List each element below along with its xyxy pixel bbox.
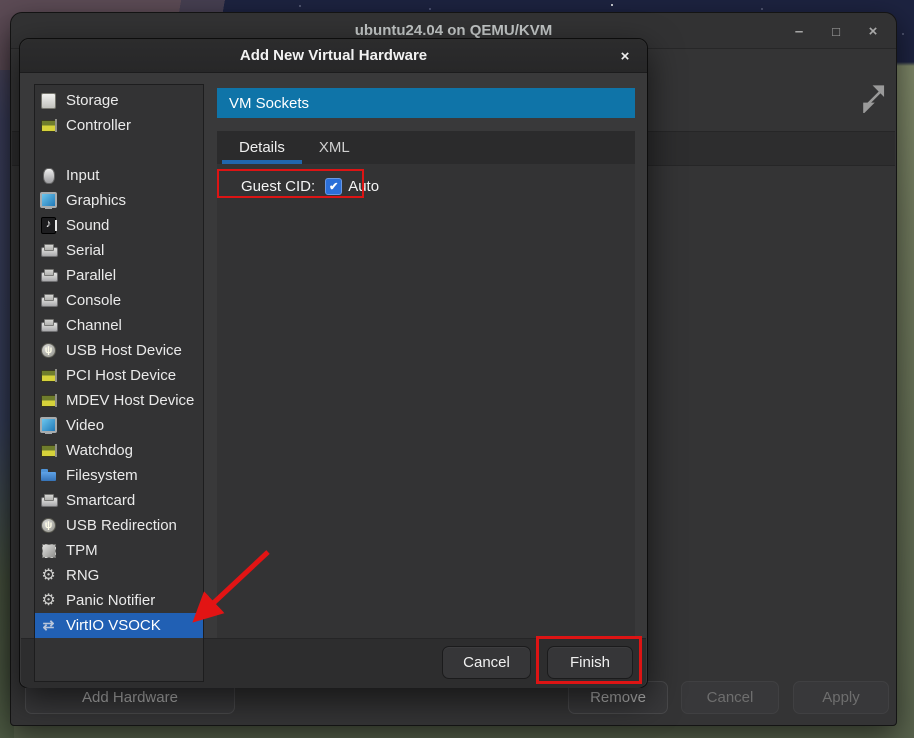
sidebar-item-sound[interactable]: Sound [35,213,203,238]
serial-port-icon [40,242,57,259]
pci-card-icon [40,442,57,459]
apply-button[interactable]: Apply [793,681,889,714]
usb-icon [40,517,57,534]
monitor-icon [40,192,57,209]
guest-cid-label: Guest CID: [241,178,315,195]
disk-icon [40,92,57,109]
sidebar-item-label: Console [66,292,121,309]
sidebar-spacer [35,138,203,163]
vm-window-title: ubuntu24.04 on QEMU/KVM [355,22,553,39]
maximize-icon[interactable]: □ [827,19,845,43]
panel-tabbar: DetailsXML [217,131,635,164]
panel-header-label: VM Sockets [229,95,309,112]
serial-port-icon [40,317,57,334]
sidebar-item-label: Panic Notifier [66,592,155,609]
sidebar-item-label: Watchdog [66,442,133,459]
pci-card-icon [40,392,57,409]
tab-details[interactable]: Details [222,131,302,164]
sidebar-item-label: Channel [66,317,122,334]
dialog-title: Add New Virtual Hardware [240,47,427,64]
panel-content: Guest CID: Auto [217,164,635,638]
usb-icon [40,342,57,359]
gear-icon [40,592,57,609]
sidebar-item-label: MDEV Host Device [66,392,194,409]
serial-port-icon [40,492,57,509]
finish-button[interactable]: Finish [547,646,633,679]
pci-card-icon [40,367,57,384]
dialog-titlebar[interactable]: Add New Virtual Hardware × [20,39,647,73]
serial-port-icon [40,267,57,284]
monitor-icon [40,417,57,434]
sidebar-item-rng[interactable]: RNG [35,563,203,588]
sidebar-item-label: Sound [66,217,109,234]
sidebar-item-label: PCI Host Device [66,367,176,384]
sidebar-item-video[interactable]: Video [35,413,203,438]
gear-icon [40,567,57,584]
sidebar-item-smartcard[interactable]: Smartcard [35,488,203,513]
sidebar-item-tpm[interactable]: TPM [35,538,203,563]
sync-arrows-icon [40,617,57,634]
sidebar-item-label: Graphics [66,192,126,209]
fullscreen-expand-icon[interactable] [859,83,889,113]
sidebar-item-label: USB Host Device [66,342,182,359]
sidebar-item-label: Storage [66,92,119,109]
sidebar-item-label: Parallel [66,267,116,284]
sidebar-item-usb-host-device[interactable]: USB Host Device [35,338,203,363]
cancel-button[interactable]: Cancel [681,681,779,714]
panel-header: VM Sockets [217,88,635,118]
sidebar-item-mdev-host-device[interactable]: MDEV Host Device [35,388,203,413]
sidebar-item-label: VirtIO VSOCK [66,617,161,634]
dialog-close-icon[interactable]: × [613,39,637,73]
sidebar-item-watchdog[interactable]: Watchdog [35,438,203,463]
sidebar-item-channel[interactable]: Channel [35,313,203,338]
sidebar-item-virtio-vsock[interactable]: VirtIO VSOCK [35,613,203,638]
pci-card-icon [40,117,57,134]
cancel-button[interactable]: Cancel [442,646,531,679]
folder-icon [40,467,57,484]
sidebar-item-storage[interactable]: Storage [35,88,203,113]
sidebar-item-controller[interactable]: Controller [35,113,203,138]
sidebar-item-serial[interactable]: Serial [35,238,203,263]
sidebar-item-panic-notifier[interactable]: Panic Notifier [35,588,203,613]
sidebar-item-label: RNG [66,567,99,584]
sidebar-item-label: Smartcard [66,492,135,509]
sidebar-item-label: Video [66,417,104,434]
auto-checkbox-label: Auto [348,178,379,195]
add-hardware-dialog: Add New Virtual Hardware × Storage Contro… [19,38,648,688]
sidebar-item-pci-host-device[interactable]: PCI Host Device [35,363,203,388]
mouse-icon [40,167,57,184]
sidebar-item-usb-redirection[interactable]: USB Redirection [35,513,203,538]
sound-icon [40,217,57,234]
serial-port-icon [40,292,57,309]
auto-checkbox[interactable] [325,178,342,195]
sidebar-item-label: Input [66,167,99,184]
minimize-icon[interactable]: – [790,19,808,43]
sidebar-item-graphics[interactable]: Graphics [35,188,203,213]
window-controls: – □ × [790,13,882,49]
sidebar-item-input[interactable]: Input [35,163,203,188]
sidebar-item-label: Controller [66,117,131,134]
sidebar-item-filesystem[interactable]: Filesystem [35,463,203,488]
guest-cid-row: Guest CID: Auto [241,172,379,200]
sidebar-item-label: USB Redirection [66,517,177,534]
sidebar-item-console[interactable]: Console [35,288,203,313]
close-icon[interactable]: × [864,19,882,43]
hardware-type-list: Storage Controller Input Graphics Sound Seria… [34,84,204,682]
tab-xml[interactable]: XML [302,131,367,164]
chip-icon [40,542,57,559]
sidebar-item-label: TPM [66,542,98,559]
sidebar-item-label: Filesystem [66,467,138,484]
sidebar-item-label: Serial [66,242,104,259]
sidebar-item-parallel[interactable]: Parallel [35,263,203,288]
